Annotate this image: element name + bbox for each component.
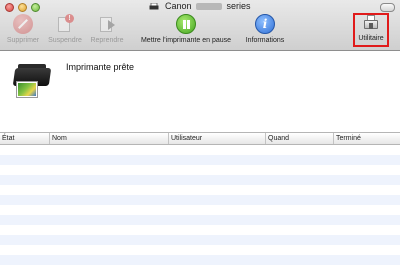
table-row <box>0 215 400 225</box>
printer-title-icon <box>149 2 159 10</box>
resume-job-label: Reprendre <box>90 37 124 44</box>
window-title-prefix: Canon <box>164 1 192 11</box>
suspend-job-label: Suspendre <box>48 37 82 44</box>
jobs-table-rows <box>0 145 400 275</box>
toolbar-toggle-button[interactable] <box>380 3 395 12</box>
printer-image <box>12 62 52 97</box>
resume-job-button[interactable]: Reprendre <box>87 14 127 45</box>
column-header-status[interactable]: État <box>0 133 50 144</box>
table-row <box>0 235 400 245</box>
delete-button[interactable]: Supprimer <box>3 14 43 45</box>
table-row <box>0 165 400 175</box>
printer-status-area: Imprimante prête <box>0 51 400 131</box>
table-row <box>0 155 400 165</box>
table-row <box>0 195 400 205</box>
column-header-user[interactable]: Utilisateur <box>169 133 266 144</box>
table-row <box>0 205 400 215</box>
table-row <box>0 225 400 235</box>
table-row <box>0 175 400 185</box>
jobs-table-header: État Nom Utilisateur Quand Terminé <box>0 132 400 145</box>
redacted-model-number <box>196 3 223 11</box>
info-button-label: Informations <box>245 37 285 44</box>
pause-printer-button[interactable]: Mettre l'imprimante en pause <box>135 14 237 45</box>
suspend-job-button[interactable]: ! Suspendre <box>45 14 85 45</box>
utility-highlight-box <box>353 13 389 47</box>
column-header-when[interactable]: Quand <box>266 133 334 144</box>
resume-job-icon <box>97 14 117 34</box>
pause-icon <box>176 14 196 34</box>
info-icon: i <box>255 14 275 34</box>
column-header-name[interactable]: Nom <box>50 133 169 144</box>
delete-button-label: Supprimer <box>6 37 40 44</box>
pause-printer-label: Mettre l'imprimante en pause <box>140 37 232 44</box>
window-title: Canon series <box>0 1 400 11</box>
table-row <box>0 185 400 195</box>
column-header-completed[interactable]: Terminé <box>334 133 400 144</box>
table-row <box>0 255 400 265</box>
jobs-table[interactable]: État Nom Utilisateur Quand Terminé <box>0 132 400 275</box>
window-toolbar: Canon series Supprimer ! Suspendre Repre… <box>0 0 400 51</box>
delete-icon <box>13 14 33 34</box>
info-button[interactable]: i Informations <box>241 14 289 45</box>
print-queue-window: Canon series Supprimer ! Suspendre Repre… <box>0 0 400 275</box>
table-row <box>0 145 400 155</box>
window-title-suffix: series <box>226 1 251 11</box>
suspend-job-icon: ! <box>55 14 75 34</box>
printer-status-text: Imprimante prête <box>66 62 135 72</box>
table-row <box>0 265 400 275</box>
table-row <box>0 245 400 255</box>
